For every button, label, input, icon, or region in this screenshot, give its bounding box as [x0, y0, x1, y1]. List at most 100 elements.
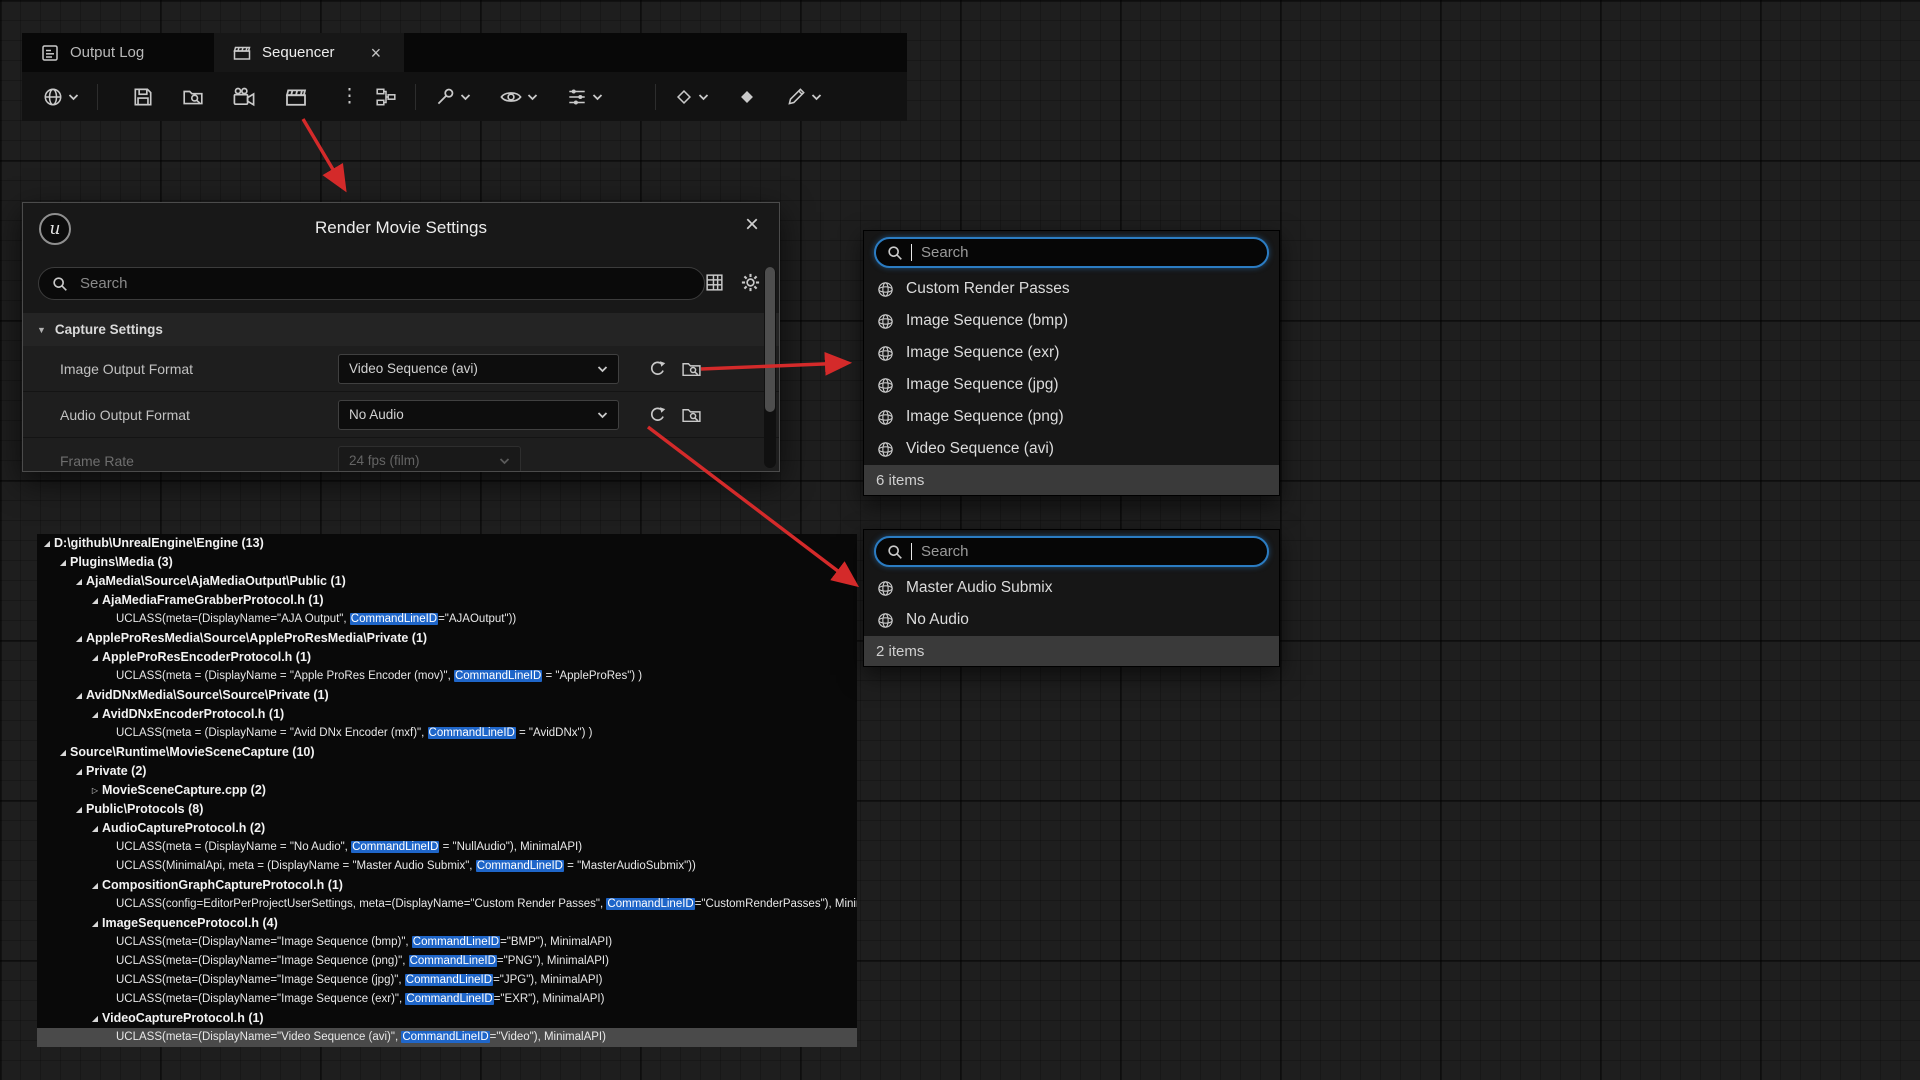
tab-output-log[interactable]: Output Log [22, 33, 212, 72]
tree-folder-row[interactable]: ◢Public\Protocols (8) [37, 800, 857, 819]
item-label: Custom Render Passes [906, 280, 1070, 298]
expander-icon[interactable]: ◢ [72, 629, 86, 648]
tree-folder-row[interactable]: ◢AppleProResMedia\Source\AppleProResMedi… [37, 629, 857, 648]
keyframe-options-button[interactable] [668, 82, 715, 112]
tree-file-row[interactable]: ◢ImageSequenceProtocol.h (4) [37, 914, 857, 933]
expander-icon[interactable]: ◢ [56, 553, 70, 572]
expander-icon[interactable]: ◢ [88, 914, 102, 933]
popup-search-box[interactable] [874, 237, 1269, 268]
code-result-row[interactable]: UCLASS(meta=(DisplayName="Image Sequence… [37, 952, 857, 971]
tree-folder-row[interactable]: ◢AvidDNxMedia\Source\Source\Private (1) [37, 686, 857, 705]
create-camera-button[interactable] [226, 80, 262, 114]
expander-icon[interactable]: ◢ [40, 534, 54, 553]
code-result-row[interactable]: UCLASS(meta = (DisplayName = "Apple ProR… [37, 667, 857, 686]
world-button[interactable] [36, 81, 85, 113]
settings-search-input[interactable] [78, 274, 692, 293]
tree-folder-row[interactable]: ◢AjaMedia\Source\AjaMediaOutput\Public (… [37, 572, 857, 591]
list-item[interactable]: Video Sequence (avi) [864, 433, 1279, 465]
browse-asset-icon[interactable] [681, 404, 702, 425]
autokey-button[interactable] [731, 82, 763, 112]
render-movie-settings-dialog: u Render Movie Settings × ▼ Capture Sett… [22, 202, 780, 472]
browse-content-button[interactable] [176, 81, 210, 113]
tree-file-row[interactable]: ▷MovieSceneCapture.cpp (2) [37, 781, 857, 800]
expander-icon[interactable]: ◢ [88, 1009, 102, 1028]
sequencer-settings-button[interactable] [428, 81, 477, 113]
list-item[interactable]: Image Sequence (bmp) [864, 305, 1279, 337]
setting-label: Audio Output Format [60, 407, 190, 423]
tree-file-row[interactable]: ◢VideoCaptureProtocol.h (1) [37, 1009, 857, 1028]
close-dialog-icon[interactable]: × [745, 213, 759, 237]
expander-icon[interactable]: ◢ [56, 743, 70, 762]
dialog-title-bar[interactable]: u Render Movie Settings × [23, 203, 779, 257]
code-line: UCLASS(meta = (DisplayName = "No Audio",… [116, 838, 582, 857]
search-match-highlight: CommandLineID [409, 955, 497, 967]
expander-icon[interactable]: ◢ [72, 800, 86, 819]
list-item[interactable]: Image Sequence (png) [864, 401, 1279, 433]
popup-search-input[interactable] [919, 542, 1257, 561]
expander-icon[interactable]: ◢ [88, 819, 102, 838]
tab-sequencer[interactable]: Sequencer × [214, 33, 404, 72]
gear-icon[interactable] [740, 272, 761, 293]
tree-file-row[interactable]: ◢AjaMediaFrameGrabberProtocol.h (1) [37, 591, 857, 610]
code-result-row[interactable]: UCLASS(meta=(DisplayName="Image Sequence… [37, 933, 857, 952]
edit-mode-button[interactable] [779, 81, 828, 113]
column-view-icon[interactable] [704, 272, 725, 293]
tree-folder-row[interactable]: ◢Source\Runtime\MovieSceneCapture (10) [37, 743, 857, 762]
search-match-highlight: CommandLineID [428, 727, 516, 739]
expander-icon[interactable]: ◢ [88, 876, 102, 895]
dialog-scrollbar[interactable] [764, 267, 776, 468]
tree-folder-row[interactable]: ◢Plugins\Media (3) [37, 553, 857, 572]
image-output-format-dropdown[interactable]: Video Sequence (avi) [338, 354, 619, 384]
render-movie-button[interactable] [278, 80, 314, 114]
expander-icon[interactable]: ◢ [88, 705, 102, 724]
code-result-row[interactable]: UCLASS(meta = (DisplayName = "No Audio",… [37, 838, 857, 857]
expander-icon[interactable]: ◢ [88, 591, 102, 610]
class-sphere-icon [876, 280, 895, 299]
code-result-row[interactable]: UCLASS(meta=(DisplayName="AJA Output", C… [37, 610, 857, 629]
tree-file-row[interactable]: ◢AvidDNxEncoderProtocol.h (1) [37, 705, 857, 724]
save-button[interactable] [126, 81, 160, 113]
code-result-row[interactable]: UCLASS(meta=(DisplayName="Image Sequence… [37, 990, 857, 1009]
expander-icon[interactable]: ◢ [88, 648, 102, 667]
settings-search-box[interactable] [38, 267, 705, 300]
code-result-row[interactable]: UCLASS(MinimalApi, meta = (DisplayName =… [37, 857, 857, 876]
item-label: No Audio [906, 611, 969, 629]
audio-output-format-dropdown[interactable]: No Audio [338, 400, 619, 430]
sequencer-icon [232, 43, 252, 63]
popup-search-input[interactable] [919, 243, 1257, 262]
hierarchy-button[interactable] [369, 81, 403, 113]
expander-icon[interactable]: ◢ [72, 762, 86, 781]
playback-options-button[interactable] [560, 81, 609, 113]
tree-file-row[interactable]: ◢AppleProResEncoderProtocol.h (1) [37, 648, 857, 667]
scrollbar-thumb[interactable] [765, 267, 775, 412]
chevron-down-icon [811, 93, 822, 101]
more-options-button[interactable]: ⋮ [330, 82, 369, 111]
use-selected-asset-icon[interactable] [647, 404, 668, 425]
tree-folder-row[interactable]: ◢Private (2) [37, 762, 857, 781]
view-options-button[interactable] [493, 80, 544, 114]
expander-icon[interactable]: ▷ [88, 781, 102, 800]
code-result-row[interactable]: UCLASS(meta = (DisplayName = "Avid DNx E… [37, 724, 857, 743]
audio-options-list: Master Audio Submix No Audio [864, 572, 1279, 636]
code-result-row-selected[interactable]: UCLASS(meta=(DisplayName="Video Sequence… [37, 1028, 857, 1047]
chevron-down-icon [597, 411, 608, 419]
code-line: UCLASS(meta=(DisplayName="Image Sequence… [116, 933, 612, 952]
list-item[interactable]: Image Sequence (exr) [864, 337, 1279, 369]
tree-file-row[interactable]: ◢CompositionGraphCaptureProtocol.h (1) [37, 876, 857, 895]
expander-icon[interactable]: ◢ [72, 572, 86, 591]
list-item[interactable]: No Audio [864, 604, 1279, 636]
capture-settings-section-header[interactable]: ▼ Capture Settings [23, 313, 779, 346]
tree-folder-row[interactable]: ◢D:\github\UnrealEngine\Engine (13) [37, 534, 857, 553]
browse-asset-icon[interactable] [681, 358, 702, 379]
popup-search-box[interactable] [874, 536, 1269, 567]
code-result-row[interactable]: UCLASS(meta=(DisplayName="Image Sequence… [37, 971, 857, 990]
tree-file-row[interactable]: ◢AudioCaptureProtocol.h (2) [37, 819, 857, 838]
chevron-down-icon [499, 457, 510, 465]
close-tab-icon[interactable]: × [371, 44, 382, 62]
use-selected-asset-icon[interactable] [647, 358, 668, 379]
code-result-row[interactable]: UCLASS(config=EditorPerProjectUserSettin… [37, 895, 857, 914]
list-item[interactable]: Master Audio Submix [864, 572, 1279, 604]
list-item[interactable]: Custom Render Passes [864, 273, 1279, 305]
expander-icon[interactable]: ◢ [72, 686, 86, 705]
list-item[interactable]: Image Sequence (jpg) [864, 369, 1279, 401]
